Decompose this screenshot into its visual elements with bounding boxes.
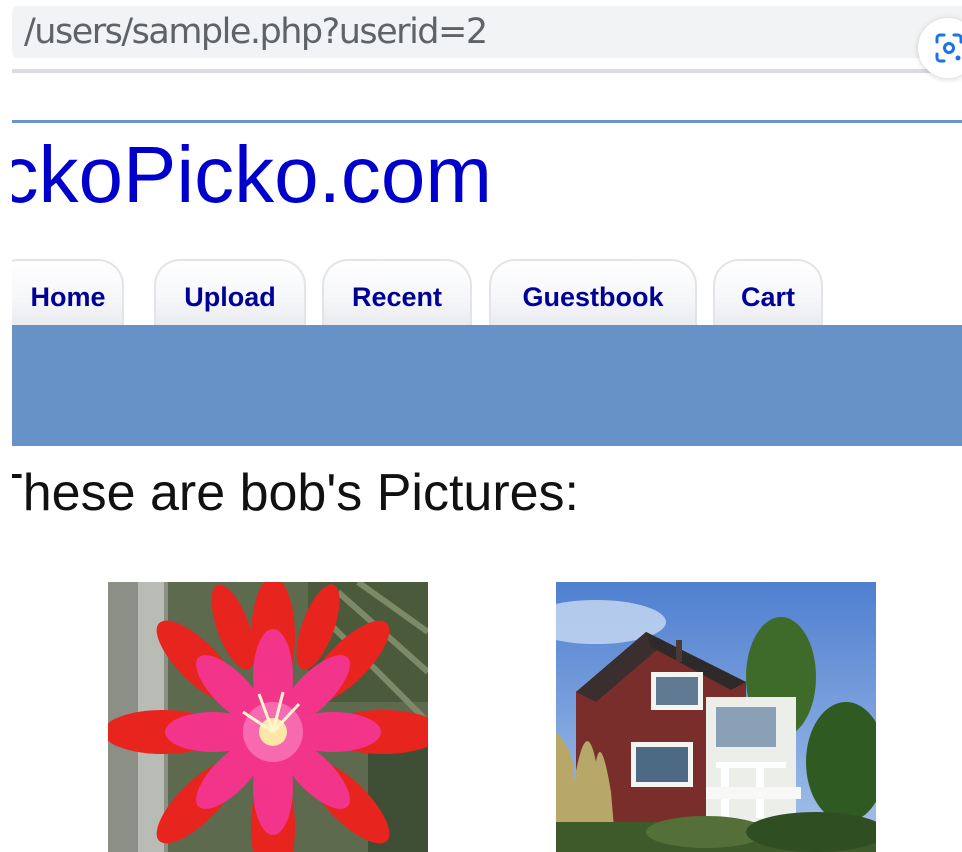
tab-recent-label: Recent — [351, 281, 443, 312]
tab-cart-label: Cart — [740, 281, 795, 312]
house-image — [556, 582, 876, 852]
nav-band — [12, 325, 962, 446]
address-bar-url[interactable]: /users/sample.php?userid=2 — [24, 12, 488, 52]
header-rule — [12, 120, 962, 123]
tab-guestbook[interactable]: Guestbook — [489, 259, 697, 327]
tab-home[interactable]: Home — [12, 259, 124, 327]
picture-thumbnail-flower[interactable] — [108, 582, 428, 852]
page-heading: These are bob's Pictures: — [12, 464, 579, 522]
browser-viewport: /users/sample.php?userid=2 PickoPicko.co… — [0, 0, 962, 852]
flower-image — [108, 582, 428, 852]
google-lens-icon — [935, 33, 962, 63]
address-bar[interactable]: /users/sample.php?userid=2 — [12, 6, 962, 58]
tab-guestbook-label: Guestbook — [522, 281, 664, 312]
site-title[interactable]: PickoPicko.com — [12, 130, 492, 220]
tab-cart[interactable]: Cart — [713, 259, 823, 327]
tab-home-label: Home — [30, 281, 106, 312]
toolbar-divider — [12, 69, 962, 73]
picture-thumbnail-house[interactable] — [556, 582, 876, 852]
tab-upload-label: Upload — [184, 281, 276, 312]
page-heading-container: These are bob's Pictures: — [12, 462, 962, 526]
site-title-container: PickoPicko.com — [12, 130, 962, 220]
tab-recent[interactable]: Recent — [322, 259, 472, 327]
nav-tabs: Home Upload Recent Guestbook Cart — [12, 259, 962, 327]
tab-upload[interactable]: Upload — [154, 259, 306, 327]
